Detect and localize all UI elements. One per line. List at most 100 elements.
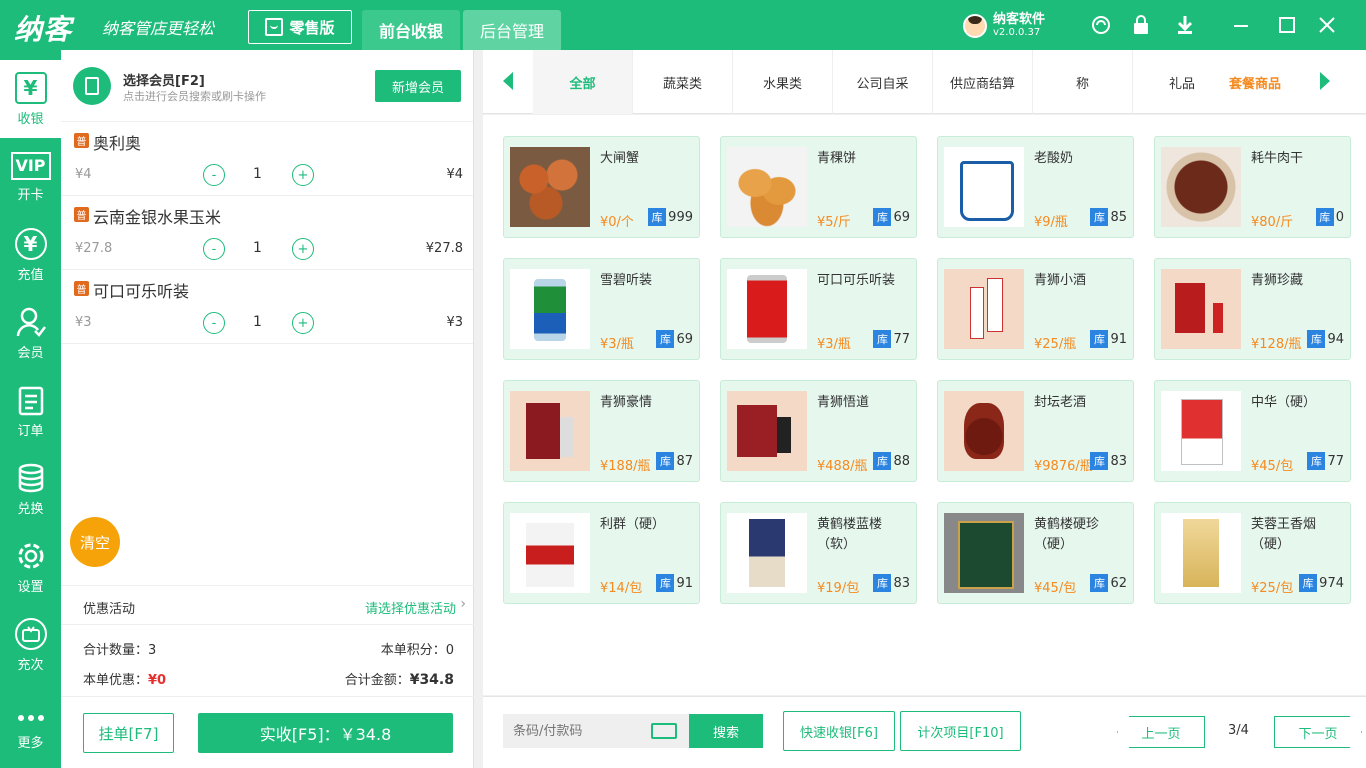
category-tab-all[interactable]: 全部 (533, 50, 633, 114)
product-image (1161, 513, 1241, 593)
search-button[interactable]: 搜索 (689, 714, 763, 748)
clear-cart-button[interactable]: 清空 (70, 517, 120, 567)
increase-qty-button[interactable]: + (292, 312, 314, 334)
nav-item-recharge-count[interactable]: 充次 (0, 606, 61, 684)
product-card[interactable]: 青狮小酒 ¥25/瓶库 91 (937, 258, 1134, 360)
decrease-qty-button[interactable]: - (203, 312, 225, 334)
product-price: ¥25/瓶 (1034, 337, 1077, 352)
product-card[interactable]: 利群（硬） ¥14/包库 91 (503, 502, 700, 604)
nav-label: 充值 (17, 267, 44, 283)
tab-backend-management[interactable]: 后台管理 (463, 10, 561, 50)
promotion-row[interactable]: 优惠活动 请选择优惠活动 › (61, 585, 474, 625)
product-image (510, 391, 590, 471)
lock-icon[interactable] (1130, 14, 1152, 36)
nav-item-settings[interactable]: 设置 (0, 528, 61, 606)
product-card[interactable]: 雪碧听装 ¥3/瓶 库 69 (503, 258, 700, 360)
nav-item-exchange[interactable]: 兑换 (0, 450, 61, 528)
user-profile[interactable]: 纳客软件 v2.0.0.37 (963, 12, 1045, 39)
member-select[interactable]: 选择会员[F2] 点击进行会员搜索或刷卡操作 新增会员 (61, 50, 473, 122)
prev-page-button[interactable]: 上一页 (1117, 716, 1205, 748)
increase-qty-button[interactable]: + (292, 164, 314, 186)
product-card[interactable]: 老酸奶 ¥9/瓶 库 85 (937, 136, 1134, 238)
nav-item-orders[interactable]: 订单 (0, 372, 61, 450)
product-stock: 库 83 (873, 574, 910, 592)
category-tab-fruits[interactable]: 水果类 (733, 50, 833, 114)
stock-badge: 库 (1315, 208, 1334, 226)
decrease-qty-button[interactable]: - (203, 164, 225, 186)
decrease-qty-button[interactable]: - (203, 238, 225, 260)
maximize-icon[interactable] (1276, 14, 1298, 36)
download-icon[interactable] (1174, 14, 1196, 36)
nav-item-recharge[interactable]: ¥ 充值 (0, 216, 61, 294)
product-card[interactable]: 青稞饼 ¥5/斤 库 69 (720, 136, 917, 238)
nav-item-cashier[interactable]: ¥ 收银 (0, 60, 61, 138)
avatar (963, 13, 987, 38)
product-name: 青狮悟道 (817, 395, 870, 410)
category-next-arrow-icon[interactable] (1320, 72, 1330, 90)
nav-item-member[interactable]: 会员 (0, 294, 61, 372)
chevron-right-icon: › (460, 596, 466, 612)
app-version: v2.0.0.37 (993, 27, 1041, 38)
product-card[interactable]: 可口可乐听装 ¥3/瓶 库 77 (720, 258, 917, 360)
recharge-count-icon (14, 617, 47, 650)
nav-item-open-card[interactable]: VIP 开卡 (0, 138, 61, 216)
product-card[interactable]: 青狮悟道 ¥488/瓶库 88 (720, 380, 917, 482)
hold-order-button[interactable]: 挂单[F7] (83, 713, 174, 753)
support-icon[interactable] (1090, 14, 1112, 36)
product-card[interactable]: 青狮珍藏 ¥128/瓶库 94 (1154, 258, 1351, 360)
promotion-select-link[interactable]: 请选择优惠活动 (365, 598, 456, 617)
product-card[interactable]: 芙蓉王香烟（硬） ¥25/包库 974 (1154, 502, 1351, 604)
cart-item[interactable]: 普 可口可乐听装 ¥3 - 1 + ¥3 (61, 270, 473, 344)
product-price: ¥19/包 (817, 581, 860, 596)
tab-front-cashier[interactable]: 前台收银 (362, 10, 460, 50)
category-tab-combo[interactable]: 套餐商品 (1205, 50, 1305, 114)
product-stock: 库 91 (1090, 330, 1127, 348)
close-icon[interactable] (1316, 14, 1338, 36)
cash-register-icon: ¥ (14, 71, 47, 104)
nav-label: 充次 (17, 657, 44, 673)
member-select-hint: 点击进行会员搜索或刷卡操作 (123, 90, 266, 103)
next-page-button[interactable]: 下一页 (1274, 716, 1362, 748)
minimize-icon[interactable] (1230, 14, 1252, 36)
category-tab-weighed[interactable]: 称 (1033, 50, 1133, 114)
product-card[interactable]: 黄鹤楼硬珍（硬） ¥45/包库 62 (937, 502, 1134, 604)
product-price: ¥14/包 (600, 581, 643, 596)
stock-badge: 库 (873, 330, 892, 348)
nav-item-more[interactable]: 更多 (0, 690, 61, 768)
checkout-button[interactable]: 实收[F5]：￥34.8 (198, 713, 453, 753)
stock-badge: 库 (656, 574, 675, 592)
keyboard-icon[interactable] (651, 723, 677, 739)
category-tab-self-purchase[interactable]: 公司自采 (833, 50, 933, 114)
product-card[interactable]: 青狮豪情 ¥188/瓶库 87 (503, 380, 700, 482)
product-stock: 库 999 (648, 208, 693, 226)
product-price: ¥80/斤 (1251, 215, 1294, 230)
cart-item[interactable]: 普 奥利奥 ¥4 - 1 + ¥4 (61, 122, 473, 196)
edition-button[interactable]: 零售版 (248, 10, 352, 44)
product-card[interactable]: 大闸蟹 ¥0/个库 999 (503, 136, 700, 238)
stock-count: 85 (1110, 209, 1127, 225)
barcode-input[interactable] (513, 723, 643, 739)
product-card[interactable]: 耗牛肉干 ¥80/斤 库 0 (1154, 136, 1351, 238)
category-prev-arrow-icon[interactable] (503, 72, 513, 90)
product-card[interactable]: 封坛老酒 ¥9876/瓶库 83 (937, 380, 1134, 482)
count-items-button[interactable]: 计次项目[F10] (900, 711, 1021, 751)
product-image (727, 269, 807, 349)
cart-item[interactable]: 普 云南金银水果玉米 ¥27.8 - 1 + ¥27.8 (61, 196, 473, 270)
stock-count: 974 (1319, 575, 1344, 591)
increase-qty-button[interactable]: + (292, 238, 314, 260)
product-stock: 库 83 (1090, 452, 1127, 470)
product-price: ¥9876/瓶 (1034, 459, 1093, 474)
product-image (727, 513, 807, 593)
app-logo: 纳客 (14, 13, 73, 46)
product-card[interactable]: 中华（硬） ¥45/包库 77 (1154, 380, 1351, 482)
cart-item-name: 奥利奥 (93, 134, 142, 153)
product-card[interactable]: 黄鹤楼蓝楼（软） ¥19/包库 83 (720, 502, 917, 604)
shopping-bag-icon (265, 18, 284, 36)
category-tab-vegetables[interactable]: 蔬菜类 (633, 50, 733, 114)
category-tab-supplier[interactable]: 供应商结算 (933, 50, 1033, 114)
quick-checkout-button[interactable]: 快速收银[F6] (783, 711, 895, 751)
add-member-button[interactable]: 新增会员 (375, 70, 461, 102)
product-image (510, 269, 590, 349)
stock-badge: 库 (648, 208, 667, 226)
product-image (944, 147, 1024, 227)
